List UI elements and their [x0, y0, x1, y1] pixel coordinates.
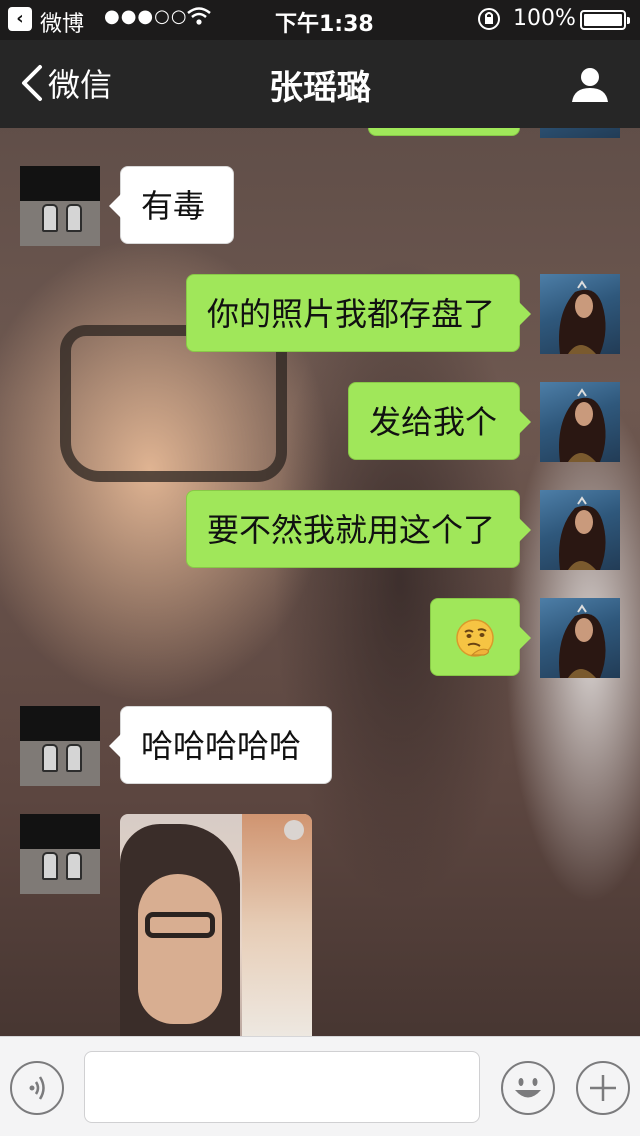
friend-avatar[interactable]: [20, 166, 100, 246]
back-app-label[interactable]: 微博: [40, 6, 84, 38]
message-bubble-emoji[interactable]: [430, 598, 531, 676]
smiley-icon: [515, 1078, 541, 1098]
message-bubble-outgoing[interactable]: 要不然我就用这个了: [186, 490, 531, 568]
back-to-app-icon[interactable]: ‹: [8, 7, 32, 31]
self-avatar[interactable]: [540, 598, 620, 678]
thinking-emoji-icon: [456, 619, 494, 657]
message-bubble-incoming[interactable]: 有毒: [109, 166, 234, 244]
status-bar: ‹ 微博 ●●●○○ 下午1:38 100%: [0, 0, 640, 40]
message-bubble-outgoing[interactable]: 你的照片我都存盘了: [186, 274, 531, 352]
chat-title: 张瑶璐: [269, 68, 371, 108]
voice-icon: [29, 1076, 45, 1100]
rotation-lock-icon: [476, 6, 502, 37]
message-bubble-outgoing[interactable]: 发给我个: [348, 382, 531, 460]
chat-screen: ‹ 微博 ●●●○○ 下午1:38 100% 微信 张瑶璐 有毒 你的照片我都存…: [0, 0, 640, 1136]
chat-area: 有毒 你的照片我都存盘了 发给我个 要不然我就用这个了 哈哈哈哈哈: [0, 128, 640, 1036]
message-bubble-partial[interactable]: [368, 128, 520, 136]
voice-input-button[interactable]: [10, 1061, 64, 1115]
person-icon: [572, 68, 608, 102]
self-avatar[interactable]: [540, 490, 620, 570]
status-time: 下午1:38: [275, 12, 374, 37]
battery-percent: 100%: [513, 6, 576, 31]
self-avatar[interactable]: [540, 274, 620, 354]
plus-icon: [590, 1075, 616, 1101]
message-bubble-incoming[interactable]: 哈哈哈哈哈: [109, 706, 332, 784]
input-bar: [0, 1036, 640, 1136]
friend-avatar[interactable]: [20, 814, 100, 894]
signal-strength: ●●●○○: [104, 6, 188, 27]
friend-avatar[interactable]: [20, 706, 100, 786]
wifi-icon: [186, 4, 212, 34]
more-options-button[interactable]: [576, 1061, 630, 1115]
nav-bar: 微信 张瑶璐: [0, 40, 640, 128]
self-avatar[interactable]: [540, 382, 620, 462]
contact-info-button[interactable]: [570, 64, 610, 104]
emoji-button[interactable]: [501, 1061, 555, 1115]
photo-message[interactable]: [120, 814, 312, 1036]
self-avatar[interactable]: [540, 128, 620, 138]
message-input[interactable]: [84, 1051, 480, 1123]
battery-icon: [580, 10, 630, 30]
